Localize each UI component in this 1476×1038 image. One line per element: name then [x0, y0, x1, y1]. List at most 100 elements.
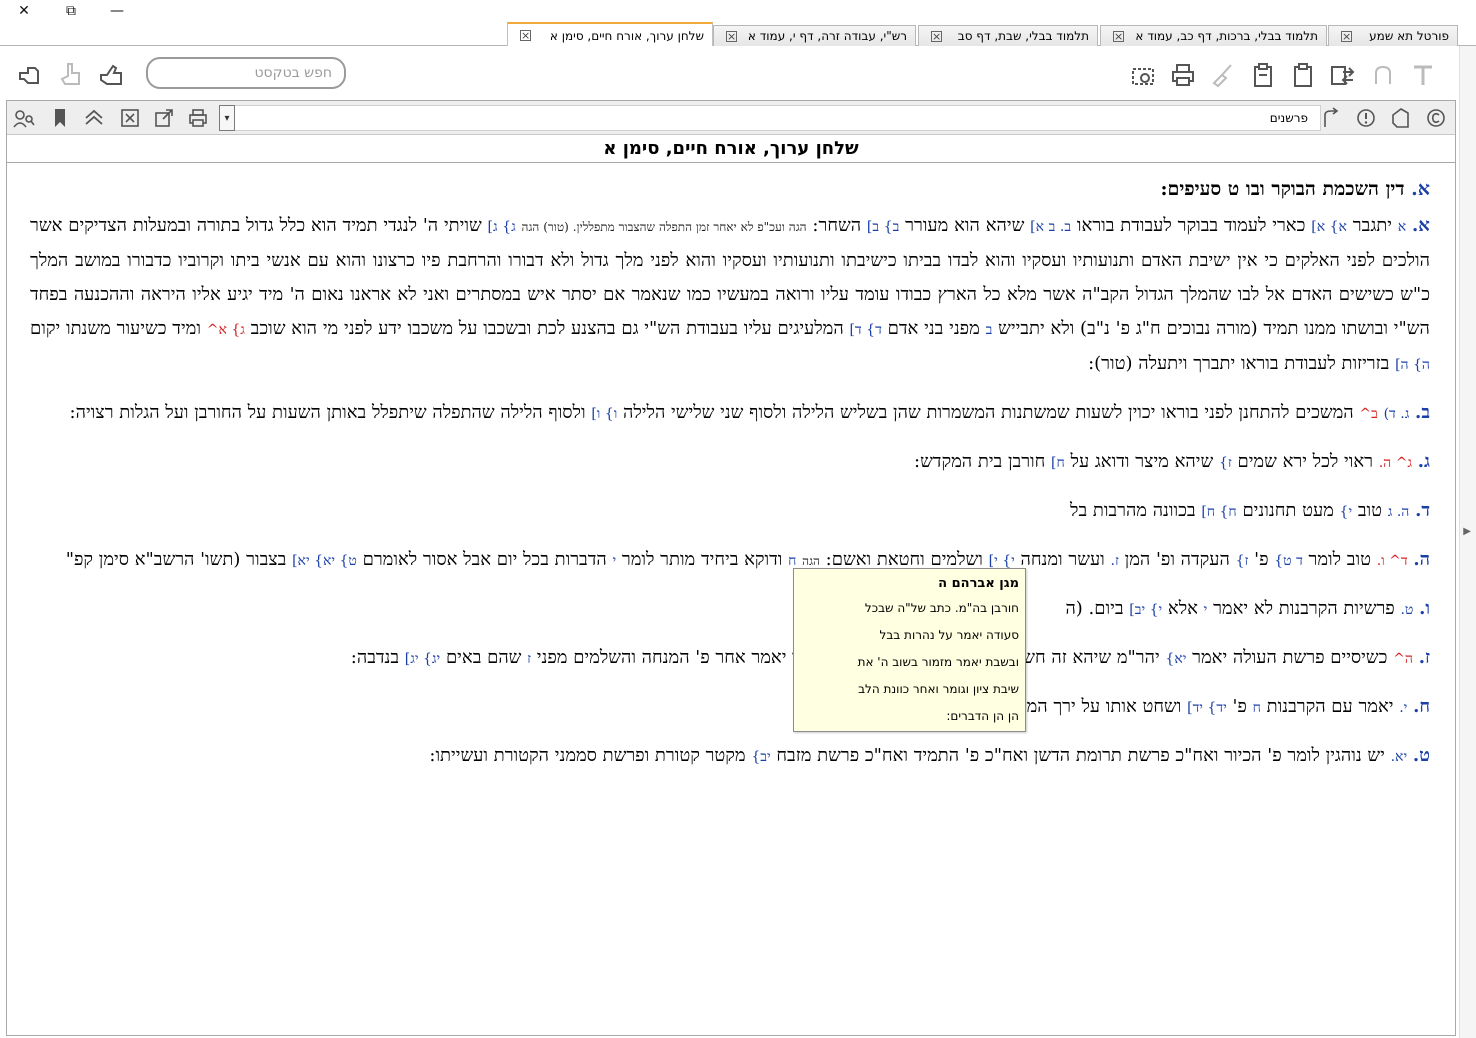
- seif-text: ושלמים וחטאת ואשם:: [825, 549, 983, 570]
- open-external-icon[interactable]: [151, 106, 177, 130]
- commentary-link[interactable]: ב^: [1359, 406, 1377, 422]
- close-window-button[interactable]: ✕: [0, 0, 48, 22]
- commentary-link[interactable]: ד} ד]: [849, 322, 881, 338]
- seif-number: ה.: [1413, 549, 1430, 570]
- collapse-up-icon[interactable]: [81, 106, 107, 130]
- seif-text: שהם באים: [445, 647, 522, 668]
- commentary-link[interactable]: ח} ח]: [1201, 504, 1236, 520]
- seif-text: מעט תחנונים: [1242, 500, 1334, 521]
- find-person-icon[interactable]: [11, 106, 37, 130]
- commentary-link[interactable]: ז: [527, 651, 531, 667]
- commentary-link[interactable]: י}: [1340, 504, 1353, 520]
- info-icon[interactable]: [1353, 106, 1379, 130]
- seif-paragraph: ג. ג^ ה. ראוי לכל ירא שמים ז} שיהא מיצר …: [30, 445, 1430, 480]
- commentary-link[interactable]: ה^: [1393, 651, 1413, 667]
- tab-close-icon[interactable]: ×: [1113, 30, 1124, 42]
- commentary-link[interactable]: ח]: [1051, 455, 1065, 471]
- commentary-link[interactable]: ב: [986, 322, 993, 338]
- restore-window-button[interactable]: ⧉: [48, 0, 94, 22]
- tab-rashi[interactable]: רש"י, עבודה זרה, דף י, עמוד א ×: [713, 25, 916, 46]
- commentary-link[interactable]: ד^ ו.: [1377, 553, 1408, 569]
- hand-point-up-icon[interactable]: [96, 60, 126, 90]
- tab-close-icon[interactable]: ×: [726, 30, 737, 42]
- seif-number: ו.: [1419, 598, 1430, 619]
- commentary-link[interactable]: ג^ ה.: [1379, 455, 1412, 471]
- commentary-link[interactable]: א: [1398, 219, 1406, 235]
- seif-text: בנדבה:: [350, 647, 400, 668]
- seif-number: ב.: [1415, 402, 1430, 423]
- siman-letter: א.: [1411, 178, 1430, 200]
- commentary-link[interactable]: י: [1204, 602, 1208, 618]
- tab-berachot[interactable]: תלמוד בבלי, ברכות, דף כב, עמוד א ×: [1100, 25, 1327, 46]
- commentary-link[interactable]: ג. ד): [1384, 406, 1410, 422]
- tab-close-icon[interactable]: ×: [520, 30, 531, 41]
- seif-number: ג.: [1417, 451, 1430, 472]
- font-size-icon[interactable]: [1368, 60, 1398, 90]
- commentary-link[interactable]: י.: [1399, 700, 1407, 716]
- commentary-link[interactable]: ב. ב א]: [1030, 219, 1071, 235]
- print-icon[interactable]: [1168, 60, 1198, 90]
- back-arrow-icon[interactable]: [1317, 106, 1343, 130]
- tab-shabbat[interactable]: תלמוד בבלי, שבת, דף סב ×: [918, 25, 1098, 46]
- tab-label: פורטל תא שמע: [1369, 29, 1449, 43]
- siman-heading-text: דין השכמת הבוקר ובו ט סעיפים:: [1160, 178, 1405, 200]
- seif-text: פ': [1232, 696, 1247, 717]
- search-input[interactable]: [146, 57, 346, 89]
- broom-icon[interactable]: [1208, 60, 1238, 90]
- bookmark-icon[interactable]: [47, 106, 73, 130]
- commentary-link[interactable]: ט.: [1400, 602, 1413, 618]
- commentary-link[interactable]: יא}: [1165, 651, 1186, 667]
- copyright-icon[interactable]: [1423, 106, 1449, 130]
- commentary-link[interactable]: יא.: [1391, 749, 1408, 765]
- commentary-link[interactable]: יד} יד]: [1187, 700, 1227, 716]
- seif-text: פ': [1254, 549, 1269, 570]
- commentary-link[interactable]: ח: [1253, 700, 1261, 716]
- commentary-link[interactable]: ד ט}: [1274, 553, 1303, 569]
- text-tool-icon[interactable]: [1408, 60, 1438, 90]
- commentary-link[interactable]: יב}: [751, 749, 770, 765]
- seif-number: ד.: [1415, 500, 1430, 521]
- tab-label: תלמוד בבלי, שבת, דף סב: [957, 29, 1089, 43]
- commentators-dropdown-button[interactable]: ▾: [219, 105, 235, 131]
- commentary-link[interactable]: ז}: [1219, 455, 1232, 471]
- hand-point-down-icon[interactable]: [56, 60, 86, 90]
- commentary-link[interactable]: ג} ג]: [488, 219, 516, 235]
- seif-text: מקטר קטורת ופרשת סממני הקטורת ועשייתו:: [429, 745, 746, 766]
- swap-clipboard-icon[interactable]: [1328, 60, 1358, 90]
- commentary-link[interactable]: ו} ו]: [591, 406, 617, 422]
- panel-toggle-icon[interactable]: ▶: [1463, 526, 1471, 537]
- clipboard-icon[interactable]: [1248, 60, 1278, 90]
- commentary-link[interactable]: ה. ג: [1388, 504, 1410, 520]
- commentary-link[interactable]: ג} א^: [207, 322, 245, 338]
- tab-label: רש"י, עבודה זרה, דף י, עמוד א: [747, 29, 907, 43]
- commentary-link[interactable]: ז}: [1236, 553, 1249, 569]
- commentary-link[interactable]: ה} ה]: [1395, 357, 1430, 373]
- commentary-link[interactable]: י} י]: [989, 553, 1015, 569]
- commentary-link[interactable]: י} יב]: [1129, 602, 1162, 618]
- commentary-link[interactable]: ב} ב]: [867, 219, 899, 235]
- commentary-link[interactable]: ח: [788, 553, 796, 569]
- seif-text: העקדה ופ' המן: [1124, 549, 1230, 570]
- vertical-scrollbar[interactable]: ▶: [1459, 46, 1476, 1038]
- tab-close-icon[interactable]: ×: [1341, 30, 1352, 42]
- tag-icon[interactable]: [1387, 106, 1413, 130]
- window-controls: ✕ ⧉ —: [0, 0, 140, 22]
- tab-portal[interactable]: פורטל תא שמע ×: [1328, 25, 1458, 46]
- minimize-window-button[interactable]: —: [94, 0, 140, 22]
- paste-icon[interactable]: [1288, 60, 1318, 90]
- commentary-link[interactable]: יג} יג]: [405, 651, 440, 667]
- close-pane-icon[interactable]: [117, 106, 143, 130]
- print-pane-icon[interactable]: [185, 106, 211, 130]
- tab-shulchan-aruch[interactable]: שלחן ערוך, אורח חיים, סימן א ×: [507, 22, 713, 47]
- hand-point-left-icon[interactable]: [16, 60, 46, 90]
- commentary-link[interactable]: ט} יא} יא]: [292, 553, 357, 569]
- commentary-link[interactable]: ז.: [1111, 553, 1119, 569]
- commentary-link[interactable]: א} א]: [1311, 219, 1347, 235]
- tab-close-icon[interactable]: ×: [931, 30, 942, 42]
- seif-text: ומיד כשיעור משנתו יקום: [30, 318, 201, 339]
- seif-text: בזריזות לעבודת בוראו יתברך ויתעלה (טור):: [1088, 353, 1390, 374]
- tab-label: תלמוד בבלי, ברכות, דף כב, עמוד א: [1135, 29, 1318, 43]
- commentary-link[interactable]: י: [612, 553, 616, 569]
- screenshot-icon[interactable]: [1128, 60, 1158, 90]
- commentators-selector[interactable]: פרשנים: [235, 105, 1321, 131]
